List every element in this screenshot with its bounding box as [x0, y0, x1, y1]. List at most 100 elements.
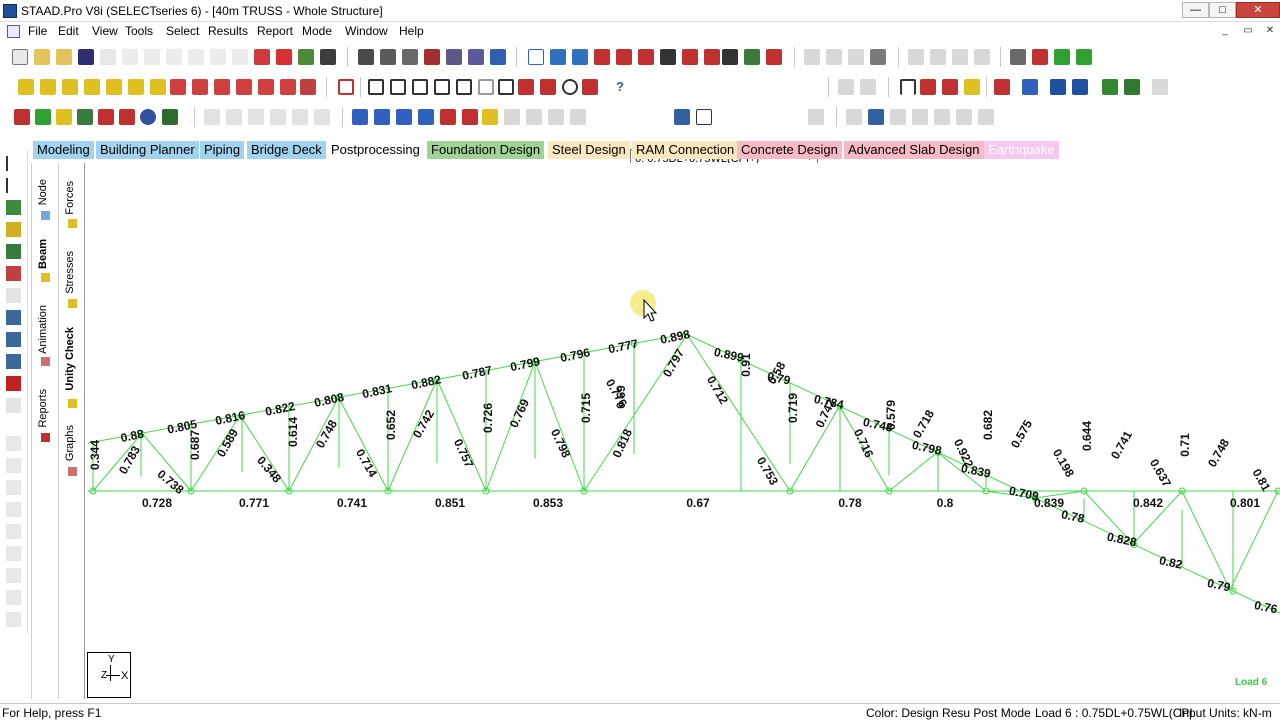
physical-member-icon[interactable] — [6, 354, 21, 369]
beam-graph-2-disabled-icon[interactable] — [890, 109, 906, 125]
zoom-all-icon[interactable] — [368, 79, 384, 95]
stack-2-icon[interactable] — [930, 49, 946, 65]
orientation-icon[interactable] — [942, 79, 958, 95]
section-icon[interactable] — [920, 79, 936, 95]
stretch-icon[interactable] — [6, 590, 21, 605]
zoom-window-icon[interactable] — [390, 79, 406, 95]
structure-viewport[interactable]: 0.728 0.771 0.741 0.851 0.853 0.67 0.78 0.8 0.83… — [86, 163, 1280, 700]
label-plate-icon[interactable] — [56, 109, 72, 125]
connect-icon[interactable] — [6, 612, 21, 627]
print-preview-icon[interactable] — [380, 49, 396, 65]
plate-cursor-icon[interactable] — [6, 222, 21, 237]
run-analysis-icon[interactable] — [254, 49, 270, 65]
tab-unity-check[interactable]: Unity Check — [64, 327, 76, 391]
cut-icon[interactable] — [122, 49, 138, 65]
help-box-icon[interactable] — [696, 109, 712, 125]
shrink-icon[interactable] — [119, 109, 135, 125]
section-forces-icon[interactable] — [482, 109, 498, 125]
down-disabled-icon[interactable] — [808, 109, 824, 125]
tab-foundation-design[interactable]: Foundation Design — [427, 141, 545, 159]
beam-results-icon[interactable] — [6, 310, 21, 325]
split-icon[interactable] — [6, 568, 21, 583]
tab-forces[interactable]: Forces — [64, 181, 76, 215]
dimension-beams-icon[interactable] — [660, 49, 676, 65]
mirror-icon[interactable] — [6, 480, 21, 495]
solid-cursor-icon[interactable] — [6, 244, 21, 259]
geometry-cursor-icon[interactable] — [6, 288, 21, 303]
view-bottom-icon[interactable] — [150, 79, 166, 95]
pointer-tool-icon[interactable] — [320, 49, 336, 65]
open-file-icon[interactable] — [34, 49, 50, 65]
cursor-beam-icon[interactable] — [1032, 49, 1048, 65]
view-left-icon[interactable] — [84, 79, 100, 95]
new-file-icon[interactable] — [12, 49, 28, 65]
node-distance-icon[interactable] — [572, 49, 588, 65]
delete-icon[interactable] — [166, 49, 182, 65]
merge-icon[interactable] — [6, 524, 21, 539]
minimize-button[interactable]: — — [1182, 2, 1209, 18]
truss-diagonal[interactable] — [1181, 490, 1231, 590]
beam-graph-4-disabled-icon[interactable] — [934, 109, 950, 125]
snap-icon[interactable] — [870, 49, 886, 65]
grid-icon[interactable] — [98, 109, 114, 125]
annotate-icon[interactable] — [766, 49, 782, 65]
redo-icon[interactable] — [210, 49, 226, 65]
display-window-icon[interactable] — [338, 79, 354, 95]
mdi-restore-button[interactable]: ▭ — [1239, 24, 1257, 38]
angle-icon[interactable] — [616, 49, 632, 65]
tab-earthquake[interactable]: Earthquake — [984, 141, 1059, 159]
menu-report[interactable]: Report — [257, 24, 293, 38]
menu-tools[interactable]: Tools — [125, 24, 153, 38]
stack-3-icon[interactable] — [952, 49, 968, 65]
menu-file[interactable]: File — [28, 24, 47, 38]
tab-piping[interactable]: Piping — [200, 141, 245, 159]
truss-diagonal[interactable] — [888, 451, 938, 492]
rotate-left-icon[interactable] — [214, 79, 230, 95]
select-pointer-icon[interactable] — [6, 156, 21, 171]
member-query-disabled-icon[interactable] — [838, 79, 854, 95]
midpoint-icon[interactable] — [638, 49, 654, 65]
tab-modeling[interactable]: Modeling — [33, 141, 94, 159]
truss-diagonal[interactable] — [436, 379, 487, 492]
node-query-disabled-icon[interactable] — [860, 79, 876, 95]
moment-y-icon[interactable] — [440, 109, 456, 125]
menu-edit[interactable]: Edit — [58, 24, 79, 38]
table-green-icon[interactable] — [162, 109, 178, 125]
cursor-plate-icon[interactable] — [1054, 49, 1070, 65]
add-node-icon[interactable] — [6, 376, 21, 391]
structure-wizard-icon[interactable] — [298, 49, 314, 65]
tab-building-planner[interactable]: Building Planner — [96, 141, 199, 159]
title-bar[interactable]: STAAD.Pro V8i (SELECTseries 6) - [40m TR… — [0, 0, 1280, 22]
truss-diagonal[interactable] — [338, 397, 389, 492]
stack-4-icon[interactable] — [974, 49, 990, 65]
fz-force-icon[interactable] — [396, 109, 412, 125]
tab-bridge-deck[interactable]: Bridge Deck — [247, 141, 326, 159]
load-display-icon[interactable] — [964, 79, 980, 95]
add-beam-disabled-icon[interactable] — [226, 109, 242, 125]
query-icon[interactable] — [722, 49, 738, 65]
tab-reports[interactable]: Reports — [37, 389, 49, 428]
save-green-icon[interactable] — [1124, 79, 1140, 95]
tab-animation[interactable]: Animation — [37, 305, 49, 354]
help-icon[interactable]: ? — [612, 79, 628, 95]
split-disabled-icon[interactable] — [314, 109, 330, 125]
deflection-icon[interactable] — [994, 79, 1010, 95]
cursor-node-icon[interactable] — [1010, 49, 1026, 65]
intersect-icon[interactable] — [6, 502, 21, 517]
view-back-icon[interactable] — [62, 79, 78, 95]
zoom-in-icon[interactable] — [412, 79, 428, 95]
add-solid-disabled-icon[interactable] — [270, 109, 286, 125]
rotate-icon[interactable] — [6, 458, 21, 473]
beam-graph-6-disabled-icon[interactable] — [978, 109, 994, 125]
tab-stresses[interactable]: Stresses — [64, 251, 76, 294]
spin-left-icon[interactable] — [258, 79, 274, 95]
zoom-extents-icon[interactable] — [498, 79, 514, 95]
surface-disabled-icon[interactable] — [848, 49, 864, 65]
label-beam-icon[interactable] — [35, 109, 51, 125]
pan-icon[interactable] — [300, 79, 316, 95]
label-node-icon[interactable] — [14, 109, 30, 125]
menu-help[interactable]: Help — [399, 24, 424, 38]
menu-select[interactable]: Select — [166, 24, 199, 38]
view-iso-icon[interactable] — [18, 79, 34, 95]
moment-z-icon[interactable] — [462, 109, 478, 125]
